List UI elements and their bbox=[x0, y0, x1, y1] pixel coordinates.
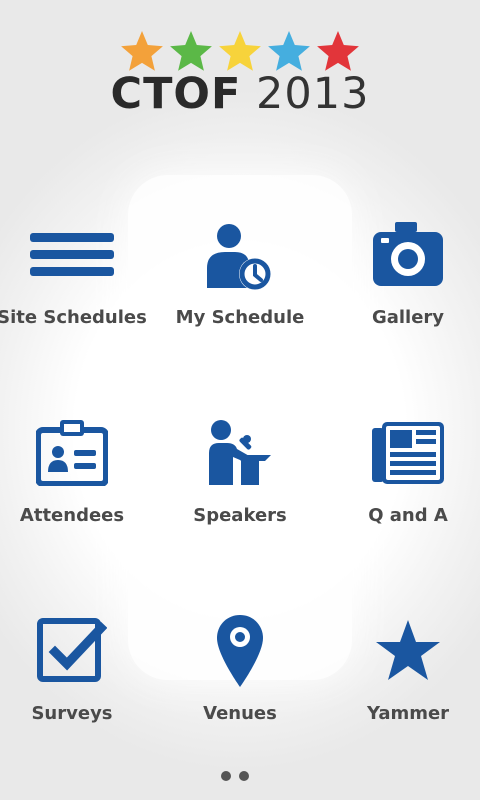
attendees-label: Attendees bbox=[19, 505, 125, 526]
venues-button[interactable]: Venues bbox=[160, 606, 320, 756]
site-schedules-button[interactable]: Site Schedules bbox=[0, 210, 152, 360]
logo-star bbox=[219, 31, 261, 71]
checkbox-icon bbox=[0, 606, 152, 696]
app-title-year: 2013 bbox=[256, 69, 370, 119]
q-and-a-label: Q and A bbox=[368, 505, 448, 526]
camera-icon bbox=[328, 210, 480, 300]
logo-star bbox=[170, 31, 212, 71]
map-pin-icon bbox=[160, 606, 320, 696]
q-and-a-button[interactable]: Q and A bbox=[328, 408, 480, 558]
newspaper-icon bbox=[328, 408, 480, 498]
page-dot-1[interactable] bbox=[221, 771, 231, 781]
my-schedule-label: My Schedule bbox=[175, 307, 305, 328]
person-clock-icon bbox=[160, 210, 320, 300]
yammer-label: Yammer bbox=[366, 703, 450, 724]
speakers-button[interactable]: Speakers bbox=[160, 408, 320, 558]
star-icon bbox=[328, 606, 480, 696]
surveys-label: Surveys bbox=[31, 703, 113, 724]
id-badge-icon bbox=[0, 408, 152, 498]
logo-star bbox=[121, 31, 163, 71]
my-schedule-button[interactable]: My Schedule bbox=[160, 210, 320, 360]
gallery-label: Gallery bbox=[371, 307, 445, 328]
page-indicator bbox=[219, 769, 263, 783]
app-header: CTOF 2013 bbox=[0, 25, 480, 120]
app-title: CTOF 2013 bbox=[0, 69, 480, 119]
app-title-name: CTOF bbox=[110, 69, 242, 119]
list-icon bbox=[0, 210, 152, 300]
attendees-button[interactable]: Attendees bbox=[0, 408, 152, 558]
speakers-label: Speakers bbox=[193, 505, 287, 526]
yammer-button[interactable]: Yammer bbox=[328, 606, 480, 756]
venues-label: Venues bbox=[203, 703, 277, 724]
speaker-podium-icon bbox=[160, 408, 320, 498]
gallery-button[interactable]: Gallery bbox=[328, 210, 480, 360]
logo-star bbox=[268, 31, 310, 71]
page-dot-2[interactable] bbox=[239, 771, 249, 781]
surveys-button[interactable]: Surveys bbox=[0, 606, 152, 756]
logo-stars bbox=[121, 31, 359, 71]
logo-star bbox=[317, 31, 359, 71]
site-schedules-label: Site Schedules bbox=[0, 307, 147, 328]
